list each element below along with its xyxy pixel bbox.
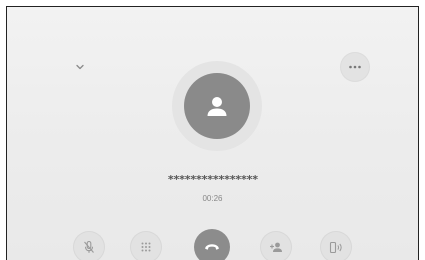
avatar [184, 73, 250, 139]
add-call-button[interactable] [261, 232, 291, 260]
call-controls [7, 229, 418, 260]
collapse-button[interactable] [67, 54, 93, 80]
phone-speaker-icon [329, 241, 342, 253]
keypad-button[interactable] [131, 232, 161, 260]
end-call-button[interactable] [194, 229, 230, 260]
audio-output-button[interactable] [321, 232, 351, 260]
more-options-icon [349, 65, 361, 69]
dialpad-icon [141, 242, 151, 252]
call-screen: **************** 00:26 [6, 6, 419, 260]
microphone-off-icon [84, 240, 94, 253]
add-person-icon [270, 242, 282, 252]
call-duration: 00:26 [202, 194, 223, 203]
person-icon [207, 97, 227, 116]
caller-number: **************** [167, 173, 259, 186]
more-options-button[interactable] [341, 53, 369, 81]
phone-hangup-icon [205, 244, 219, 250]
chevron-down-icon [76, 64, 84, 70]
mute-button[interactable] [74, 232, 104, 260]
